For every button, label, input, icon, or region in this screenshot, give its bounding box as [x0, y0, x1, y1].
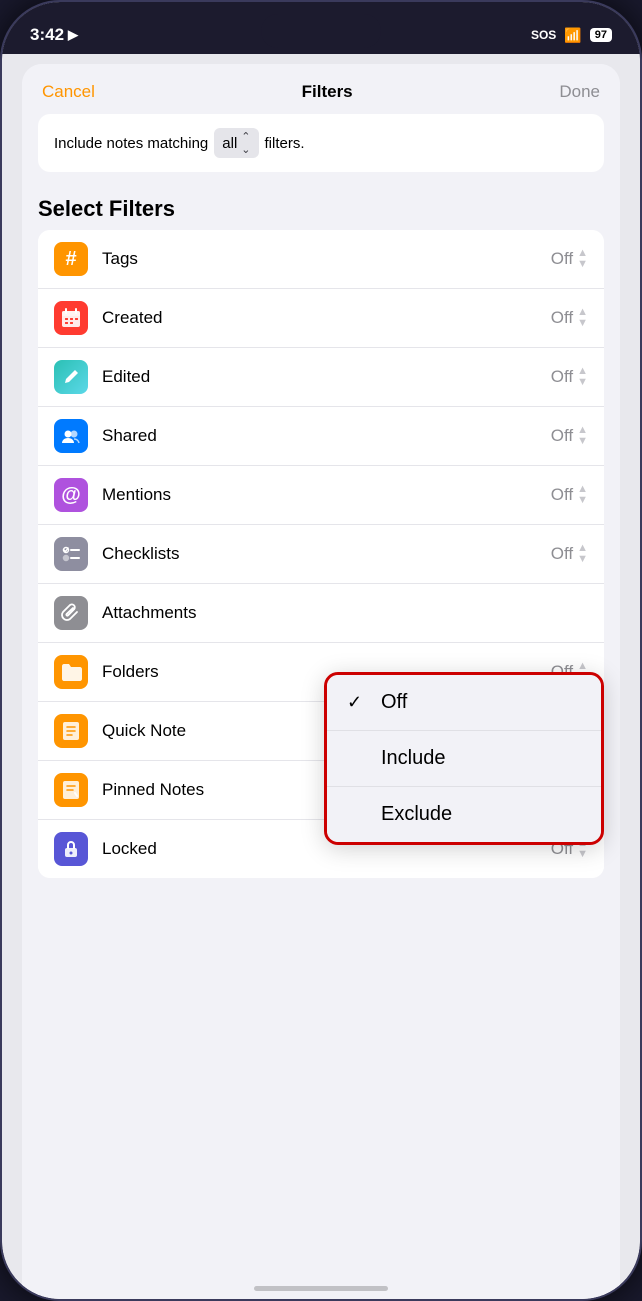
- tags-icon: #: [54, 242, 88, 276]
- exclude-check-icon: ✓: [347, 804, 369, 825]
- filter-item-created[interactable]: Created Off ▲▼: [38, 289, 604, 348]
- modal-header: Cancel Filters Done: [22, 64, 620, 114]
- phone-frame: 3:42 ▶ SOS 📶 97 Cancel Filters Done: [0, 0, 642, 1301]
- dropdown-option-include[interactable]: ✓ Include: [327, 731, 601, 787]
- filter-item-mentions[interactable]: @ Mentions Off ▲▼: [38, 466, 604, 525]
- checklists-chevron-icon: ▲▼: [577, 543, 588, 565]
- filter-match-row: Include notes matching all ⌃⌄ filters.: [38, 114, 604, 172]
- edited-value: Off: [551, 367, 573, 387]
- dropdown-include-label: Include: [381, 747, 446, 770]
- attachments-label: Attachments: [102, 603, 588, 623]
- shared-value: Off: [551, 426, 573, 446]
- dropdown-off-label: Off: [381, 691, 407, 714]
- checklists-value: Off: [551, 544, 573, 564]
- tags-value: Off: [551, 249, 573, 269]
- filter-item-checklists[interactable]: Checklists Off ▲▼: [38, 525, 604, 584]
- mentions-chevron-icon: ▲▼: [577, 484, 588, 506]
- battery-icon: 97: [590, 28, 612, 42]
- section-title: Select Filters: [22, 188, 620, 230]
- created-chevron-icon: ▲▼: [577, 307, 588, 329]
- edited-chevron-icon: ▲▼: [577, 366, 588, 388]
- filter-match-prefix: Include notes matching: [54, 135, 208, 152]
- include-check-icon: ✓: [347, 748, 369, 769]
- locked-icon: [54, 832, 88, 866]
- check-icon: ✓: [347, 692, 369, 713]
- tags-label: Tags: [102, 249, 551, 269]
- dropdown-popup: ✓ Off ✓ Include ✓ Exclude: [324, 672, 604, 845]
- phone-screen: 3:42 ▶ SOS 📶 97 Cancel Filters Done: [2, 2, 640, 1299]
- shared-icon: [54, 419, 88, 453]
- tags-chevron-icon: ▲▼: [577, 248, 588, 270]
- status-bar: 3:42 ▶ SOS 📶 97: [2, 2, 640, 54]
- modal-sheet: Cancel Filters Done Include notes matchi…: [22, 64, 620, 1299]
- folders-icon: [54, 655, 88, 689]
- match-chevron-icon: ⌃⌄: [241, 130, 250, 156]
- created-icon: [54, 301, 88, 335]
- mentions-value: Off: [551, 485, 573, 505]
- attachments-icon: [54, 596, 88, 630]
- status-icons: SOS 📶 97: [531, 27, 612, 44]
- filter-item-attachments[interactable]: Attachments ✓ Off ✓ Include: [38, 584, 604, 643]
- filter-item-tags[interactable]: # Tags Off ▲▼: [38, 230, 604, 289]
- filter-item-edited[interactable]: Edited Off ▲▼: [38, 348, 604, 407]
- home-indicator: [254, 1286, 388, 1291]
- cancel-button[interactable]: Cancel: [42, 82, 95, 102]
- filter-match-selector[interactable]: all ⌃⌄: [214, 128, 258, 158]
- status-time: 3:42 ▶: [30, 25, 78, 45]
- pinned-icon: [54, 773, 88, 807]
- created-label: Created: [102, 308, 551, 328]
- dropdown-option-off[interactable]: ✓ Off: [327, 675, 601, 731]
- mentions-icon: @: [54, 478, 88, 512]
- edited-icon: [54, 360, 88, 394]
- checklists-label: Checklists: [102, 544, 551, 564]
- dropdown-option-exclude[interactable]: ✓ Exclude: [327, 787, 601, 842]
- quicknote-icon: [54, 714, 88, 748]
- filters-title: Filters: [302, 82, 353, 102]
- shared-label: Shared: [102, 426, 551, 446]
- sos-indicator: SOS: [531, 28, 556, 42]
- mentions-label: Mentions: [102, 485, 551, 505]
- edited-label: Edited: [102, 367, 551, 387]
- created-value: Off: [551, 308, 573, 328]
- done-button[interactable]: Done: [559, 82, 600, 102]
- location-icon: ▶: [68, 27, 78, 43]
- content-area: Cancel Filters Done Include notes matchi…: [2, 54, 640, 1299]
- filter-item-shared[interactable]: Shared Off ▲▼: [38, 407, 604, 466]
- dropdown-exclude-label: Exclude: [381, 803, 452, 826]
- wifi-icon: 📶: [564, 27, 581, 44]
- filter-match-suffix: filters.: [265, 135, 305, 152]
- shared-chevron-icon: ▲▼: [577, 425, 588, 447]
- checklists-icon: [54, 537, 88, 571]
- filter-list: # Tags Off ▲▼: [38, 230, 604, 878]
- dynamic-island: [261, 14, 381, 48]
